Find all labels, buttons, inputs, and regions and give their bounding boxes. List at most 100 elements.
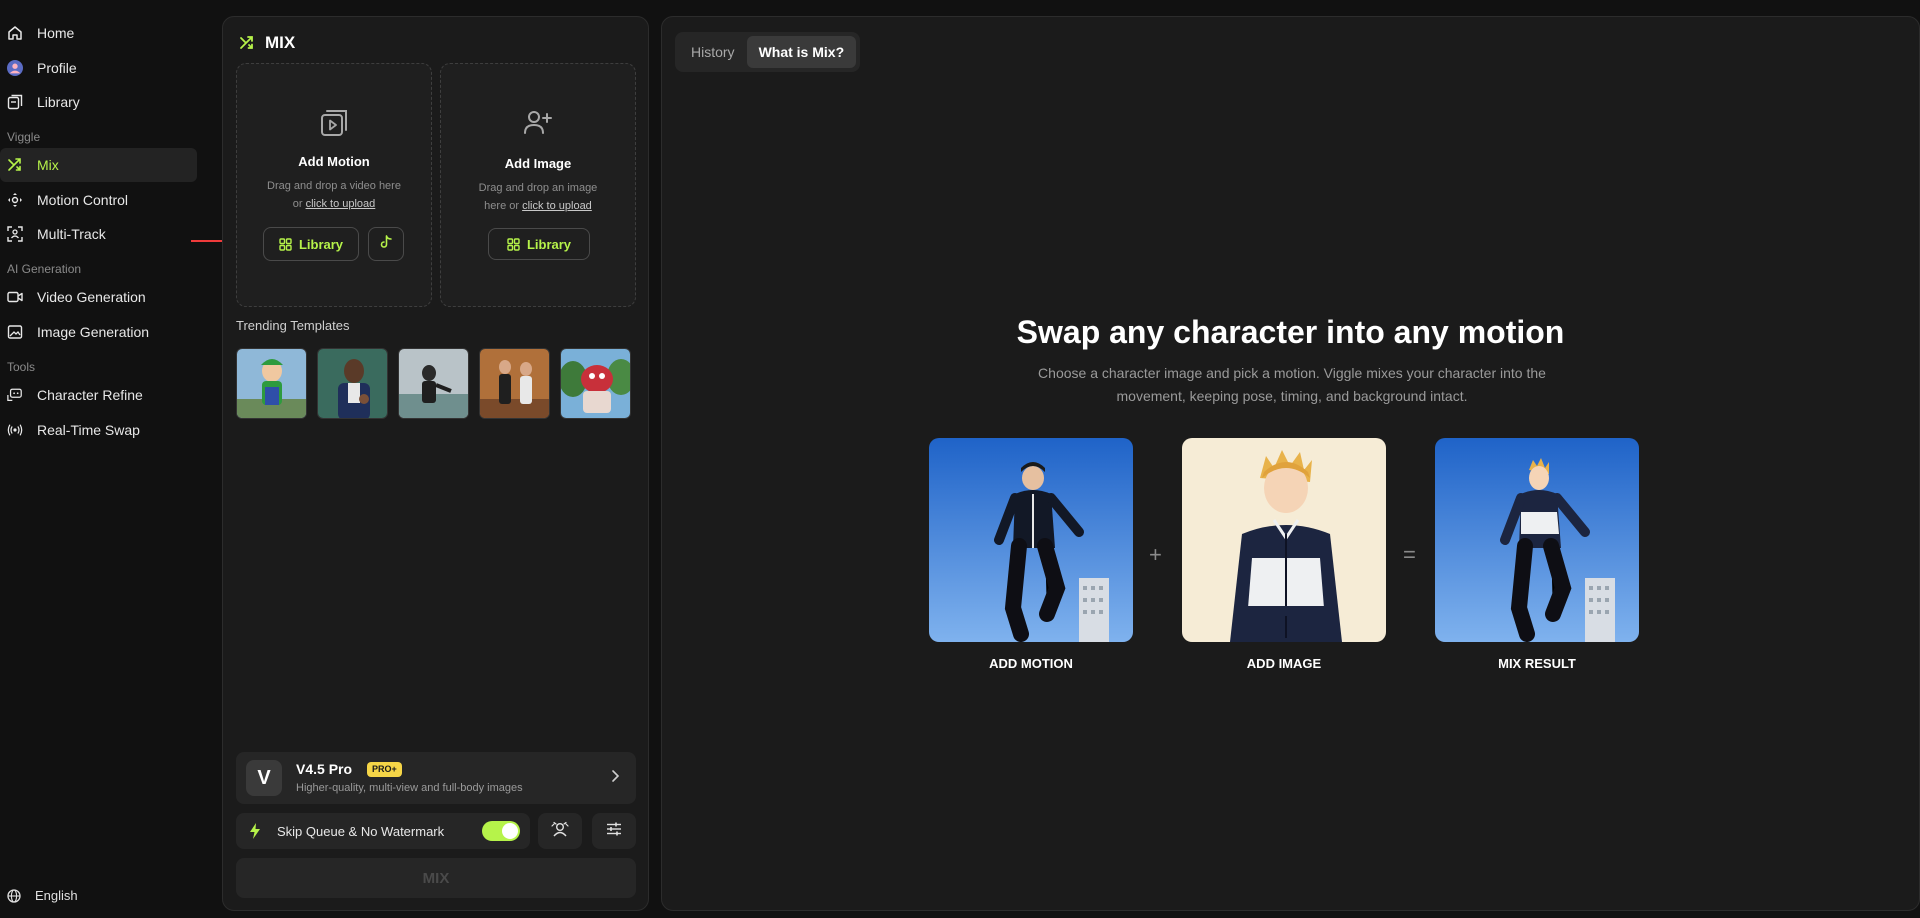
sidebar-item-label: Motion Control <box>37 192 129 208</box>
model-selector[interactable]: V V4.5 Pro PRO+ Higher-quality, multi-vi… <box>236 752 636 804</box>
sidebar-item-video-generation[interactable]: Video Generation <box>0 280 197 314</box>
mix-result-example-image <box>1435 438 1639 642</box>
motion-library-button[interactable]: Library <box>263 227 359 261</box>
sidebar-item-mix[interactable]: Mix <box>0 148 197 182</box>
template-thumbnail[interactable] <box>479 348 550 419</box>
mix-panel: MIX Add Motion Drag and drop a video her… <box>222 16 649 911</box>
video-library-icon <box>319 108 349 143</box>
hint-line: Drag and drop a video here <box>267 180 401 192</box>
sliders-icon <box>606 821 622 842</box>
add-image-title: Add Image <box>504 156 572 171</box>
add-motion-hint: Drag and drop a video here or click to u… <box>255 177 413 213</box>
sidebar-item-home[interactable]: Home <box>0 16 197 50</box>
sidebar-item-label: Image Generation <box>37 324 150 340</box>
section-label-tools: Tools <box>7 360 36 374</box>
library-icon <box>7 94 23 110</box>
sidebar-item-profile[interactable]: Profile <box>0 51 197 85</box>
grid-icon <box>507 237 520 251</box>
tiktok-icon <box>380 234 392 254</box>
tab-history[interactable]: History <box>679 36 747 68</box>
click-to-upload-link[interactable]: click to upload <box>522 200 592 212</box>
model-name: V4.5 Pro <box>296 761 353 777</box>
step-caption: ADD IMAGE <box>1246 656 1322 671</box>
hint-line: or click to upload <box>255 195 413 213</box>
section-label-ai-generation: AI Generation <box>7 262 82 276</box>
hint-here-or: here or <box>484 200 520 212</box>
globe-icon <box>7 888 21 903</box>
broadcast-icon <box>7 422 23 438</box>
sidebar-item-label: Home <box>37 25 75 41</box>
home-icon <box>7 25 23 41</box>
template-thumbnail[interactable] <box>398 348 469 419</box>
skip-queue-toggle[interactable] <box>482 821 520 841</box>
plus-sign: + <box>1149 542 1162 567</box>
viggle-logo: V <box>246 760 282 796</box>
hero-subtitle: Choose a character image and pick a moti… <box>1038 365 1546 404</box>
template-thumbnail[interactable] <box>317 348 388 419</box>
sidebar: Home Profile Library Viggle Mix Motion C… <box>0 0 205 918</box>
face-settings-button[interactable] <box>538 813 582 849</box>
motion-control-icon <box>7 192 23 208</box>
hint-or: or <box>292 198 303 210</box>
mix-button[interactable]: MIX <box>236 858 636 898</box>
sidebar-item-label: Character Refine <box>37 387 143 403</box>
template-thumbnail[interactable] <box>236 348 307 419</box>
character-refine-icon <box>7 387 23 403</box>
sidebar-item-multi-track[interactable]: Multi-Track <box>0 217 197 251</box>
hero-title: Swap any character into any motion <box>1016 314 1565 350</box>
step-caption: ADD MOTION <box>989 656 1073 671</box>
grid-icon <box>279 237 292 251</box>
language-label: English <box>35 888 78 903</box>
panel-title-text: MIX <box>265 33 296 52</box>
sidebar-item-library[interactable]: Library <box>0 85 197 119</box>
sidebar-item-label: Multi-Track <box>37 226 106 242</box>
tiktok-button[interactable] <box>368 227 404 261</box>
mix-icon <box>239 35 255 51</box>
sidebar-item-image-generation[interactable]: Image Generation <box>0 315 197 349</box>
section-label-viggle: Viggle <box>7 130 41 144</box>
image-library-button[interactable]: Library <box>488 228 590 260</box>
multi-track-icon <box>7 226 23 242</box>
hint-line: here or click to upload <box>459 197 617 215</box>
add-user-icon <box>522 108 554 143</box>
add-motion-title: Add Motion <box>298 154 370 169</box>
face-scan-icon <box>551 821 569 842</box>
trending-templates-label: Trending Templates <box>236 318 350 333</box>
library-label: Library <box>298 236 344 252</box>
add-motion-dropzone[interactable]: Add Motion Drag and drop a video here or… <box>236 63 432 307</box>
advanced-settings-button[interactable] <box>592 813 636 849</box>
add-image-hint: Drag and drop an image here or click to … <box>459 179 617 215</box>
sidebar-item-label: Mix <box>37 157 59 173</box>
model-description: Higher-quality, multi-view and full-body… <box>296 782 523 794</box>
skip-queue-label: Skip Queue & No Watermark <box>277 824 445 839</box>
add-image-dropzone[interactable]: Add Image Drag and drop an image here or… <box>440 63 636 307</box>
sidebar-item-label: Real-Time Swap <box>37 422 140 438</box>
image-icon <box>7 324 23 340</box>
lightning-icon <box>249 823 261 844</box>
equals-sign: = <box>1403 542 1416 567</box>
step-caption: MIX RESULT <box>1498 656 1576 671</box>
info-panel: History What is Mix? Swap any character … <box>661 16 1920 911</box>
add-image-example-image <box>1182 438 1386 642</box>
chevron-right-icon <box>610 769 620 788</box>
toggle-knob <box>502 823 518 839</box>
avatar <box>7 60 23 76</box>
panel-title: MIX <box>239 33 295 53</box>
language-selector[interactable]: English <box>7 888 78 903</box>
sidebar-item-real-time-swap[interactable]: Real-Time Swap <box>0 413 197 447</box>
sidebar-item-character-refine[interactable]: Character Refine <box>0 378 197 412</box>
library-label: Library <box>526 236 572 252</box>
click-to-upload-link[interactable]: click to upload <box>306 198 376 210</box>
mix-icon <box>7 157 23 173</box>
tab-bar: History What is Mix? <box>675 32 861 72</box>
skip-queue-row: Skip Queue & No Watermark <box>236 813 530 849</box>
sidebar-item-label: Library <box>37 94 80 110</box>
add-motion-example-image <box>929 438 1133 642</box>
pro-plus-badge: PRO+ <box>367 762 402 777</box>
video-icon <box>7 289 23 305</box>
sidebar-item-motion-control[interactable]: Motion Control <box>0 183 197 217</box>
sidebar-item-label: Video Generation <box>37 289 146 305</box>
tab-what-is-mix[interactable]: What is Mix? <box>746 36 857 68</box>
hint-line: Drag and drop an image <box>478 182 598 194</box>
template-thumbnail[interactable] <box>560 348 631 419</box>
